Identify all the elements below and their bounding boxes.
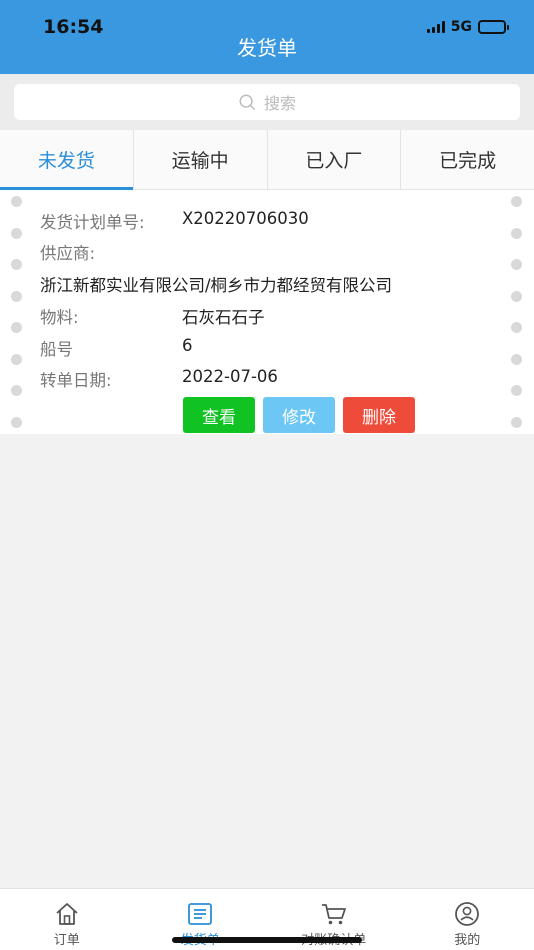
plan-no-row: 发货计划单号: X20220706030 <box>40 209 309 233</box>
nav-profile[interactable]: 我的 <box>401 889 534 950</box>
search-bar: 搜索 <box>0 74 534 130</box>
plan-no-label: 发货计划单号: <box>40 213 145 232</box>
home-icon <box>56 903 78 925</box>
tab-completed[interactable]: 已完成 <box>401 130 534 189</box>
ship-label: 船号 <box>40 340 73 359</box>
tab-arrived[interactable]: 已入厂 <box>268 130 402 189</box>
edit-button[interactable]: 修改 <box>263 397 335 433</box>
nav-orders-label: 订单 <box>53 933 80 948</box>
shipment-card: 发货计划单号: X20220706030 供应商: 浙江新都实业有限公司/桐乡市… <box>0 190 534 434</box>
search-icon <box>239 94 255 110</box>
card-actions: 查看 修改 删除 <box>183 397 415 433</box>
nav-profile-label: 我的 <box>454 933 481 948</box>
header: 16:54 5G 发货单 <box>0 0 534 74</box>
card-perforation-right <box>511 196 523 448</box>
tab-not-shipped[interactable]: 未发货 <box>0 130 134 190</box>
search-input[interactable]: 搜索 <box>14 84 520 120</box>
page-title: 发货单 <box>237 36 297 60</box>
cart-icon <box>321 904 346 925</box>
home-indicator <box>172 937 362 943</box>
search-placeholder: 搜索 <box>263 94 296 113</box>
supplier-row: 供应商: <box>40 240 182 264</box>
date-row: 转单日期: 2022-07-06 <box>40 367 278 391</box>
material-row: 物料: 石灰石石子 <box>40 304 265 328</box>
status-tabs: 未发货 运输中 已入厂 已完成 <box>0 130 534 190</box>
view-button[interactable]: 查看 <box>183 397 255 433</box>
date-label: 转单日期: <box>40 371 112 390</box>
card-perforation-left <box>11 196 23 448</box>
material-value: 石灰石石子 <box>182 308 265 327</box>
nav-orders[interactable]: 订单 <box>0 889 134 950</box>
material-label: 物料: <box>40 308 79 327</box>
ship-value: 6 <box>182 336 193 355</box>
delete-button[interactable]: 删除 <box>343 397 415 433</box>
plan-no-value: X20220706030 <box>182 209 309 228</box>
date-value: 2022-07-06 <box>182 367 278 386</box>
user-icon <box>455 902 480 926</box>
tab-in-transit[interactable]: 运输中 <box>134 130 268 189</box>
supplier-label: 供应商: <box>40 244 96 263</box>
ship-row: 船号 6 <box>40 336 193 360</box>
list-icon <box>188 903 213 925</box>
supplier-value: 浙江新都实业有限公司/桐乡市力都经贸有限公司 <box>40 276 393 295</box>
